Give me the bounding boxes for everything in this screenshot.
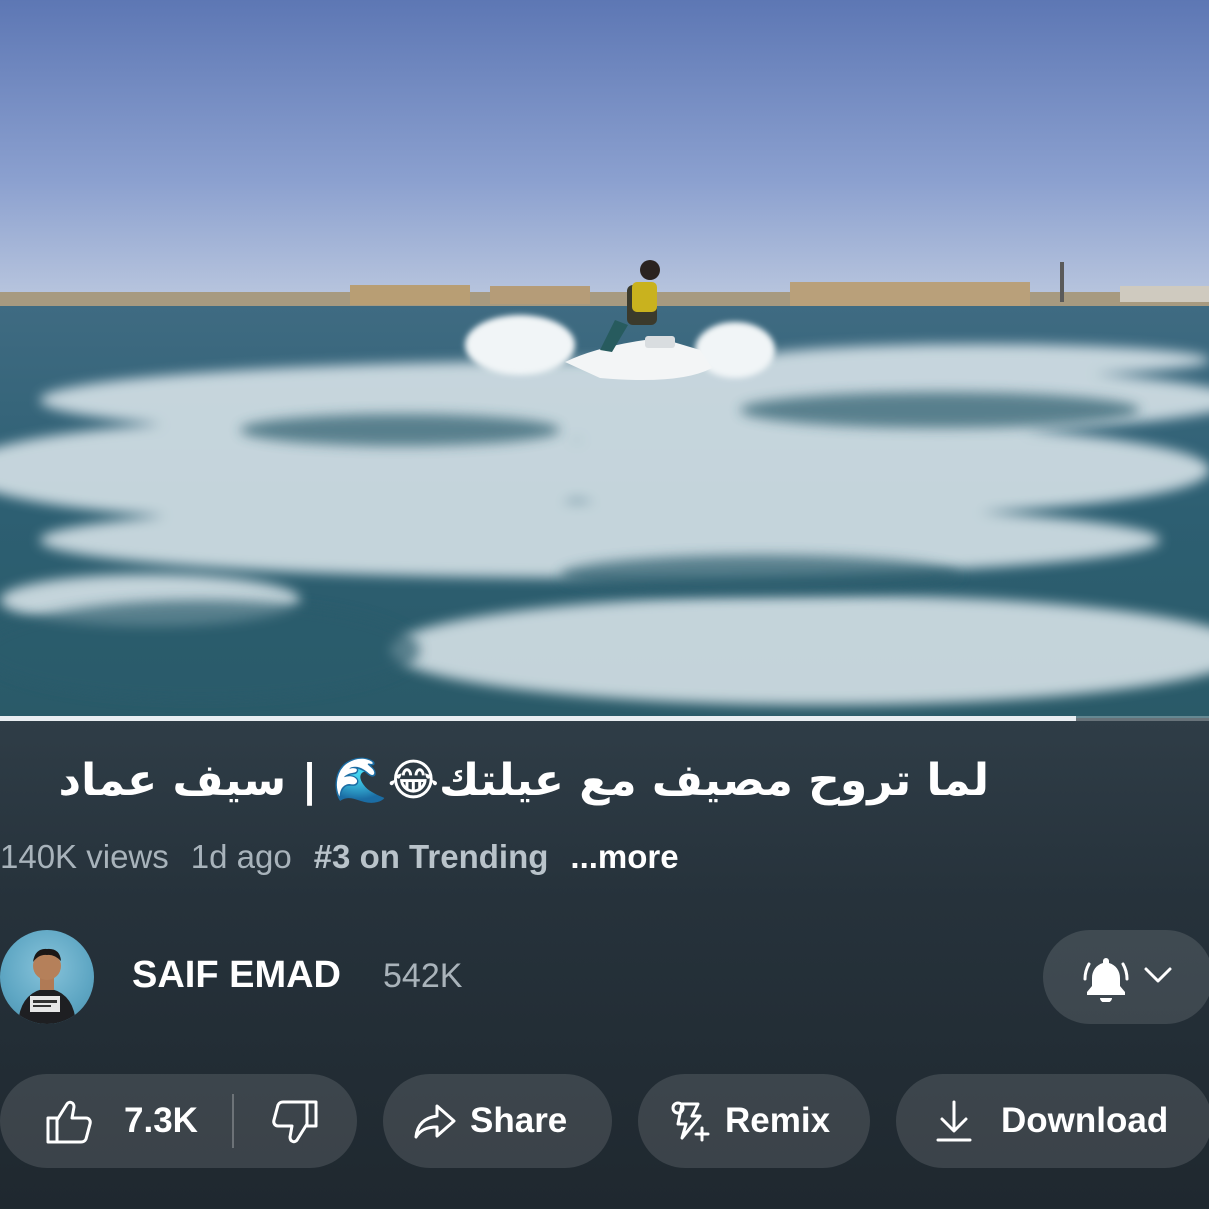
thumbs-up-icon[interactable] bbox=[44, 1098, 94, 1155]
video-title[interactable]: لما تروح مصيف مع عيلتك😂🌊 | سيف عماد bbox=[0, 748, 989, 814]
chevron-down-icon bbox=[1143, 965, 1173, 990]
share-button[interactable]: Share bbox=[383, 1074, 612, 1168]
download-button[interactable]: Download bbox=[896, 1074, 1209, 1168]
like-count[interactable]: 7.3K bbox=[124, 1101, 198, 1141]
remix-button[interactable]: Remix bbox=[638, 1074, 870, 1168]
bell-icon bbox=[1083, 954, 1129, 1007]
share-icon bbox=[413, 1102, 457, 1151]
share-label: Share bbox=[470, 1101, 568, 1140]
download-label: Download bbox=[1001, 1101, 1169, 1140]
trending-badge[interactable]: #3 on Trending bbox=[314, 838, 549, 876]
like-dislike-pill: 7.3K bbox=[0, 1074, 357, 1168]
upload-age: 1d ago bbox=[190, 838, 292, 875]
subscription-notification-button[interactable] bbox=[1043, 930, 1209, 1024]
video-player[interactable] bbox=[0, 0, 1209, 718]
video-progress-bar[interactable] bbox=[0, 716, 1209, 721]
view-count: 140K views bbox=[0, 838, 169, 875]
like-divider bbox=[232, 1094, 234, 1148]
video-frame bbox=[0, 0, 1209, 718]
remix-label: Remix bbox=[725, 1101, 831, 1140]
channel-row: SAIF EMAD 542K bbox=[0, 928, 1209, 1024]
more-link[interactable]: ...more bbox=[570, 838, 678, 876]
video-progress-fill bbox=[0, 716, 1076, 721]
remix-icon bbox=[668, 1098, 714, 1153]
video-meta[interactable]: 140K views 1d ago #3 on Trending ...more bbox=[0, 834, 701, 880]
download-icon bbox=[934, 1098, 974, 1153]
channel-name[interactable]: SAIF EMAD bbox=[132, 954, 341, 997]
subscriber-count: 542K bbox=[383, 957, 463, 995]
avatar[interactable] bbox=[0, 930, 94, 1024]
thumbs-down-icon[interactable] bbox=[270, 1098, 320, 1155]
